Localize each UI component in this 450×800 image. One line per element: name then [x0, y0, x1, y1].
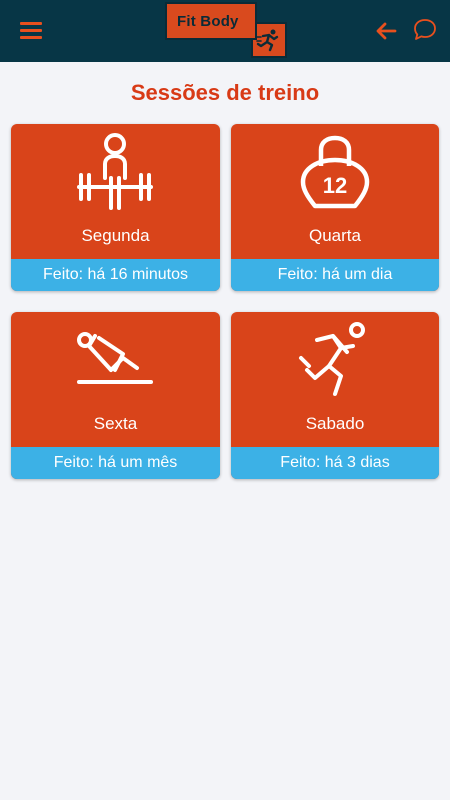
session-name: Quarta — [309, 226, 361, 245]
weightlifter-icon — [77, 133, 153, 210]
session-name: Sabado — [305, 414, 365, 433]
menu-icon[interactable] — [20, 22, 42, 40]
logo-runner-icon — [255, 29, 279, 52]
kettlebell-number: 12 — [323, 173, 347, 198]
session-status: Feito: há 3 dias — [231, 447, 439, 479]
runner-icon — [299, 322, 365, 396]
session-card-sabado[interactable]: Sabado Feito: há 3 dias — [231, 312, 439, 479]
app-logo: Fit Body — [165, 2, 287, 58]
session-card-segunda[interactable]: Segunda Feito: há 16 minutos — [11, 124, 220, 291]
page-title: Sessões de treino — [130, 80, 320, 105]
session-card-sexta[interactable]: Sexta Feito: há um mês — [11, 312, 220, 479]
logo-text: Fit Body — [177, 13, 239, 30]
session-status: Feito: há um dia — [231, 259, 439, 291]
session-status: Feito: há um mês — [11, 447, 220, 479]
session-status: Feito: há 16 minutos — [11, 259, 220, 291]
session-name: Segunda — [81, 226, 150, 245]
logo-front-box: Fit Body — [165, 2, 257, 40]
kettlebell-icon: 12 — [300, 135, 370, 209]
back-arrow-icon[interactable] — [374, 19, 398, 43]
app-header: Fit Body — [0, 0, 450, 62]
chat-icon[interactable] — [412, 17, 438, 43]
situp-icon — [77, 332, 153, 384]
session-name: Sexta — [93, 414, 138, 433]
session-card-quarta[interactable]: 12 Quarta Feito: há um dia — [231, 124, 439, 291]
